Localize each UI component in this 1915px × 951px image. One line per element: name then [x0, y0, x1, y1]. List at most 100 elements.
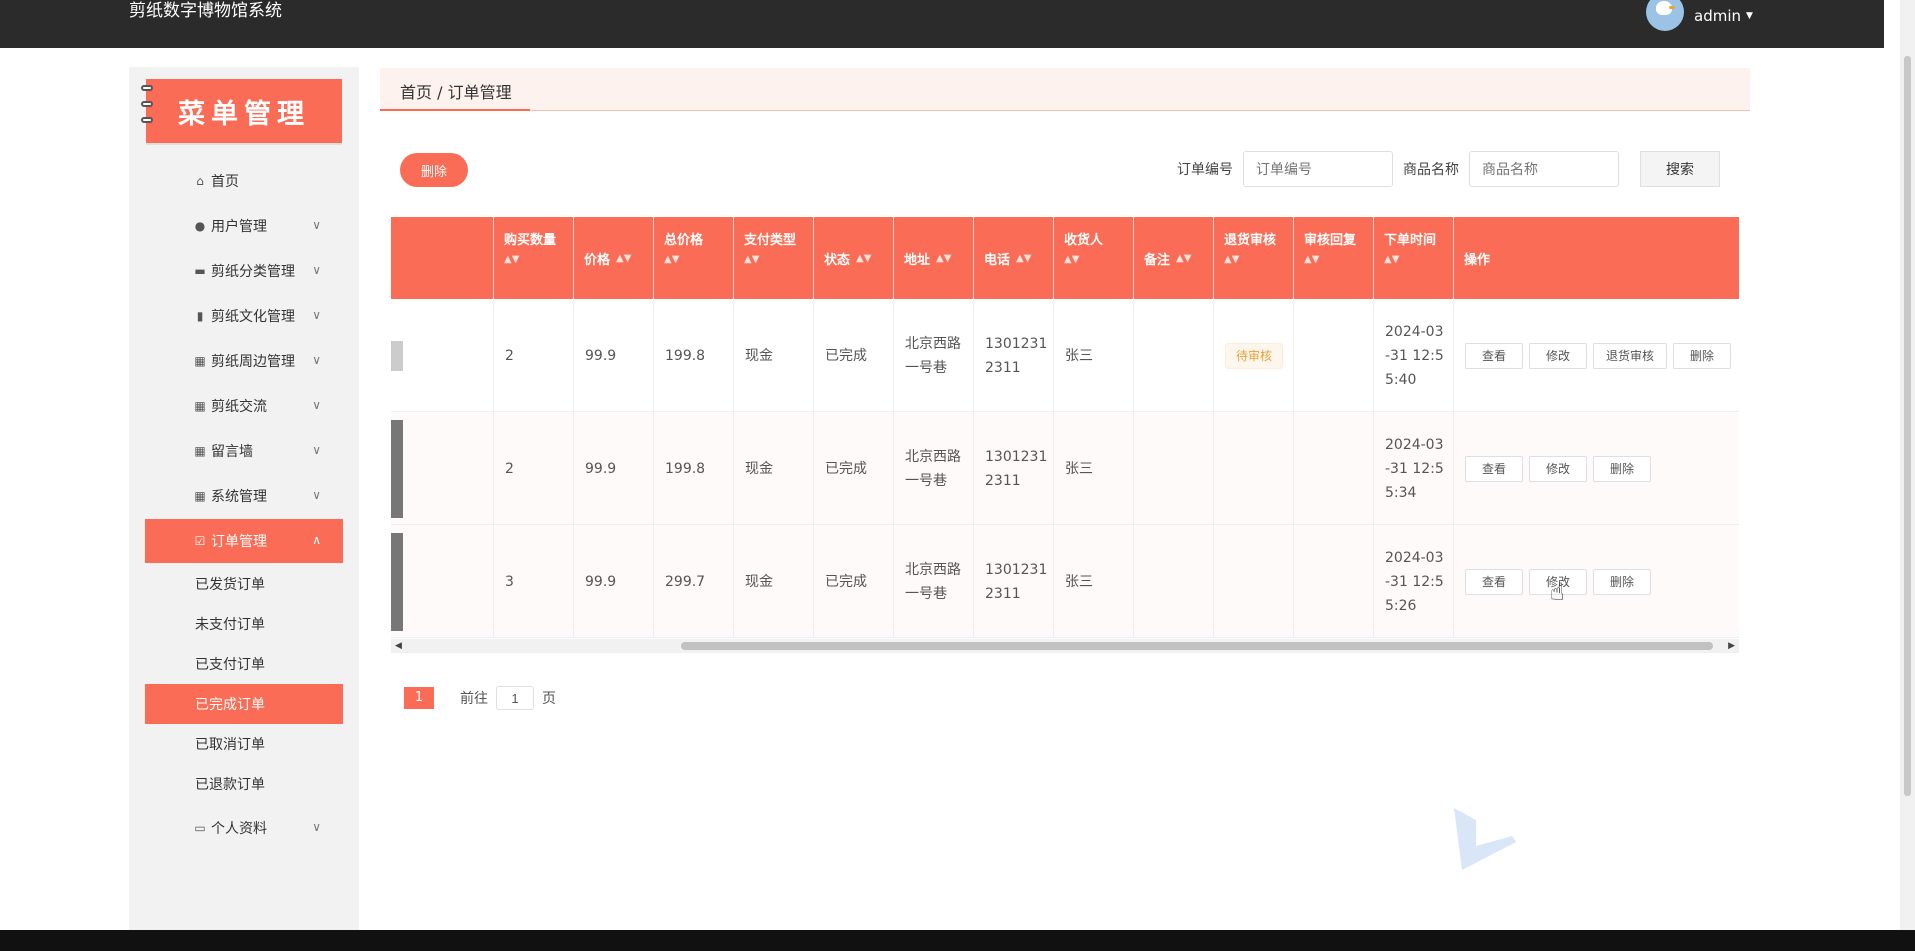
delete-button[interactable]: 删除 [400, 153, 468, 187]
breadcrumb-underline [380, 109, 530, 111]
cell-status: 已完成 [814, 412, 894, 525]
sidebar-subitem-paid[interactable]: 已支付订单 [145, 644, 343, 684]
order-no-label: 订单编号 [1177, 162, 1233, 178]
sort-icon[interactable]: ▲▼ [616, 253, 631, 264]
sidebar-item-users[interactable]: ● 用户管理 ∨ [145, 204, 343, 248]
header-status[interactable]: 状态 ▲▼ [814, 217, 894, 299]
header-review-reply[interactable]: 审核回复 ▲▼ [1294, 217, 1374, 299]
search-button[interactable]: 搜索 [1640, 151, 1720, 187]
cell-actions: 查看 修改 删除 [1454, 525, 1739, 638]
order-no-input[interactable] [1243, 151, 1393, 187]
cell-actions: 查看 修改 退货审核 删除 [1454, 299, 1739, 412]
cell-total: 199.8 [654, 412, 734, 525]
username[interactable]: admin [1694, 7, 1741, 25]
scroll-left-icon[interactable]: ◀ [395, 639, 402, 653]
sidebar-item-profile[interactable]: ▭ 个人资料 ∨ [145, 806, 343, 850]
sidebar-item-label: 剪纸交流 [211, 399, 267, 415]
avatar[interactable] [1646, 0, 1684, 31]
sort-icon[interactable]: ▲▼ [504, 254, 563, 265]
user-icon: ● [194, 219, 206, 233]
chevron-down-icon: ∨ [312, 398, 321, 412]
sidebar-item-label: 剪纸周边管理 [211, 354, 295, 370]
delete-row-button[interactable]: 删除 [1593, 455, 1651, 482]
goto-page-input[interactable] [496, 686, 534, 710]
cell-return-review [1214, 412, 1294, 525]
sidebar-item-system[interactable]: ▦ 系统管理 ∨ [145, 474, 343, 518]
hand-cursor-icon: ☝ [1550, 578, 1565, 606]
chevron-down-icon: ∨ [312, 308, 321, 322]
scrollbar-thumb[interactable] [681, 642, 1713, 650]
sort-icon[interactable]: ▲▼ [664, 254, 723, 265]
sort-icon[interactable]: ▲▼ [1224, 254, 1283, 265]
sidebar-subitem-completed[interactable]: 已完成订单 [145, 684, 343, 724]
sidebar-item-orders[interactable]: ☑ 订单管理 ∧ [145, 519, 343, 563]
sidebar-subitem-cancelled[interactable]: 已取消订单 [145, 724, 343, 764]
sidebar-subitem-unpaid[interactable]: 未支付订单 [145, 604, 343, 644]
chevron-down-icon: ∨ [312, 820, 321, 834]
sort-icon[interactable]: ▲▼ [1016, 253, 1031, 264]
edit-button[interactable]: 修改 [1529, 342, 1587, 369]
view-button[interactable]: 查看 [1465, 568, 1523, 595]
sort-icon[interactable]: ▲▼ [1064, 254, 1123, 265]
view-button[interactable]: 查看 [1465, 455, 1523, 482]
product-name-label: 商品名称 [1403, 162, 1459, 178]
edit-button[interactable]: 修改 [1529, 455, 1587, 482]
header-address[interactable]: 地址 ▲▼ [894, 217, 974, 299]
table-header: 购买数量 ▲▼ 价格 ▲▼ 总价格 ▲▼ 支付类型 ▲▼ 状态 ▲▼ 地址 ▲▼ 电话 ▲▼ … [391, 217, 1739, 299]
return-review-button[interactable]: 退货审核 [1593, 342, 1668, 369]
sidebar-item-exchange[interactable]: ▦ 剪纸交流 ∨ [145, 384, 343, 428]
page-scrollbar[interactable] [1900, 0, 1915, 930]
header-price[interactable]: 价格 ▲▼ [574, 217, 654, 299]
spiral-icon [141, 101, 153, 107]
menu-banner-title: 菜单管理 [178, 98, 310, 130]
sidebar-item-merch[interactable]: ▦ 剪纸周边管理 ∨ [145, 339, 343, 383]
cell-return-review: 待审核 [1214, 299, 1294, 412]
grid-icon: ▦ [194, 399, 206, 413]
cell-price: 99.9 [574, 299, 654, 412]
sidebar-subitem-shipped[interactable]: 已发货订单 [145, 564, 343, 604]
sort-icon[interactable]: ▲▼ [744, 254, 803, 265]
cell-phone: 1301231 2311 [974, 525, 1054, 638]
sort-icon[interactable]: ▲▼ [936, 253, 951, 264]
grid-icon: ▦ [194, 444, 206, 458]
product-image [391, 412, 494, 525]
sort-icon[interactable]: ▲▼ [1384, 254, 1443, 265]
sidebar-item-messages[interactable]: ▦ 留言墙 ∨ [145, 429, 343, 473]
sort-icon[interactable]: ▲▼ [856, 253, 871, 264]
page-number-current[interactable]: 1 [404, 687, 434, 709]
product-image [391, 299, 494, 412]
cell-address: 北京西路 一号巷 [894, 299, 974, 412]
delete-row-button[interactable]: 删除 [1593, 568, 1651, 595]
cell-qty: 2 [494, 299, 574, 412]
chevron-up-icon: ∧ [312, 533, 321, 547]
user-menu[interactable]: admin ▼ [1646, 0, 1753, 32]
sidebar-item-category[interactable]: ▬ 剪纸分类管理 ∨ [145, 249, 343, 293]
watermark-logo-icon [1454, 808, 1516, 870]
delete-row-button[interactable]: 删除 [1673, 342, 1732, 369]
cell-order-time: 2024-03 -31 12:5 5:34 [1374, 412, 1454, 525]
header-qty[interactable]: 购买数量 ▲▼ [494, 217, 574, 299]
sort-icon[interactable]: ▲▼ [1176, 253, 1191, 264]
header-order-time[interactable]: 下单时间 ▲▼ [1374, 217, 1454, 299]
header-receiver[interactable]: 收货人 ▲▼ [1054, 217, 1134, 299]
cell-qty: 3 [494, 525, 574, 638]
header-total[interactable]: 总价格 ▲▼ [654, 217, 734, 299]
sidebar-item-culture[interactable]: ▮ 剪纸文化管理 ∨ [145, 294, 343, 338]
scroll-right-icon[interactable]: ▶ [1728, 639, 1735, 653]
header-phone[interactable]: 电话 ▲▼ [974, 217, 1054, 299]
header-pay-type[interactable]: 支付类型 ▲▼ [734, 217, 814, 299]
view-button[interactable]: 查看 [1465, 342, 1523, 369]
chevron-down-icon: ∨ [312, 488, 321, 502]
header-note[interactable]: 备注 ▲▼ [1134, 217, 1214, 299]
sidebar-subitem-refunded[interactable]: 已退款订单 [145, 764, 343, 804]
breadcrumb[interactable]: 首页 / 订单管理 [400, 79, 512, 103]
caret-down-icon[interactable]: ▼ [1746, 11, 1753, 21]
sidebar-item-home[interactable]: ⌂ 首页 [145, 159, 343, 203]
product-name-input[interactable] [1469, 151, 1619, 187]
sort-icon[interactable]: ▲▼ [1304, 254, 1363, 265]
chevron-down-icon: ∨ [312, 218, 321, 232]
header-return-review[interactable]: 退货审核 ▲▼ [1214, 217, 1294, 299]
sidebar-item-label: 留言墙 [211, 444, 253, 460]
pagination: 1 前往 页 [404, 686, 556, 710]
horizontal-scrollbar[interactable]: ◀ ▶ [391, 639, 1739, 653]
